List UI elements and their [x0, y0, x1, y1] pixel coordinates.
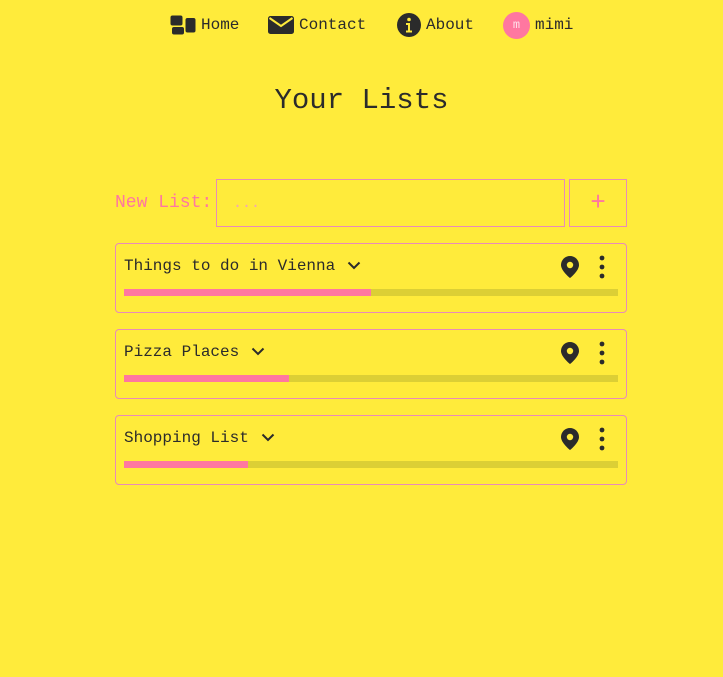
map-pin-icon[interactable] — [561, 428, 579, 455]
map-pin-icon[interactable] — [561, 256, 579, 283]
nav-home-label: Home — [201, 16, 240, 34]
more-vertical-icon[interactable] — [598, 255, 606, 284]
nav-about-label: About — [426, 16, 475, 34]
list-card-toggle[interactable]: Pizza Places — [124, 342, 265, 362]
nav-user-name: mimi — [535, 16, 574, 34]
progress-bar — [124, 375, 618, 382]
nav-contact-label: Contact — [299, 16, 367, 34]
envelope-icon — [268, 16, 294, 34]
nav-about-link[interactable]: About — [397, 12, 474, 38]
chevron-down-icon — [347, 257, 361, 275]
page-title: Your Lists — [274, 84, 449, 117]
nav-contact-link[interactable]: Contact — [268, 12, 366, 38]
add-list-button[interactable]: + — [569, 179, 627, 227]
progress-fill — [124, 289, 371, 296]
chevron-down-icon — [261, 429, 275, 447]
map-pin-icon[interactable] — [561, 342, 579, 369]
avatar: m — [503, 11, 530, 39]
progress-fill — [124, 375, 289, 382]
chevron-down-icon — [251, 343, 265, 361]
nav-user-menu[interactable]: m mimi — [503, 11, 574, 39]
info-icon — [397, 13, 421, 37]
list-card-toggle[interactable]: Things to do in Vienna — [124, 256, 361, 276]
list-card: Things to do in Vienna — [115, 243, 627, 313]
more-vertical-icon[interactable] — [598, 427, 606, 456]
list-title: Things to do in Vienna — [124, 257, 336, 275]
list-card: Shopping List — [115, 415, 627, 485]
dashboard-icon — [170, 15, 196, 35]
progress-fill — [124, 461, 248, 468]
list-title: Pizza Places — [124, 343, 240, 361]
list-card-toggle[interactable]: Shopping List — [124, 428, 275, 448]
list-title: Shopping List — [124, 429, 249, 447]
new-list-label: New List: — [115, 193, 213, 213]
new-list-input[interactable] — [216, 179, 565, 227]
top-nav: Home Contact About m mimi — [0, 11, 723, 39]
progress-bar — [124, 289, 618, 296]
list-card: Pizza Places — [115, 329, 627, 399]
more-vertical-icon[interactable] — [598, 341, 606, 370]
progress-bar — [124, 461, 618, 468]
nav-home-link[interactable]: Home — [170, 12, 239, 38]
